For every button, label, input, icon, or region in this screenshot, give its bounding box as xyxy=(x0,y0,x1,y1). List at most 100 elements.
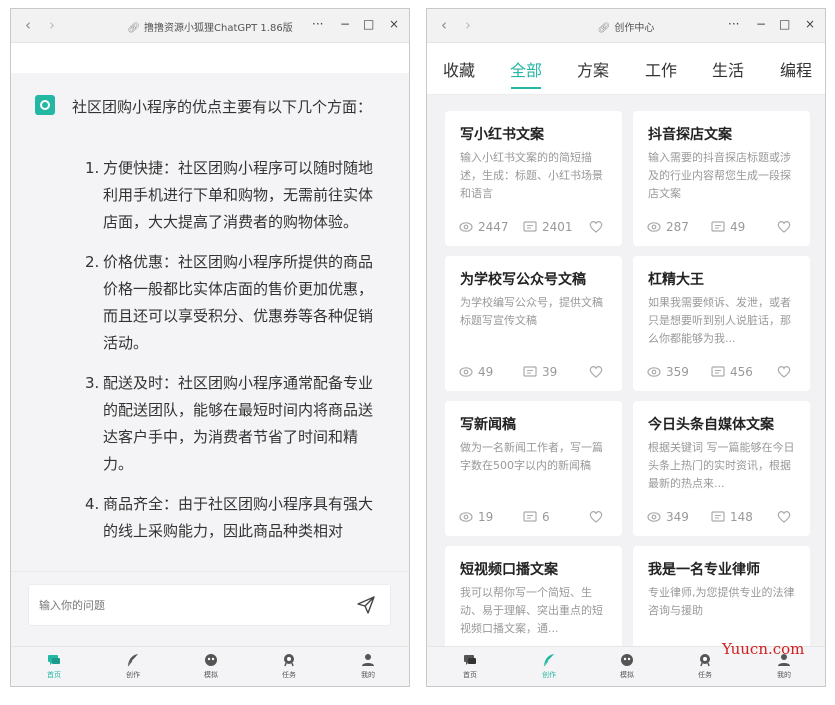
comment-count-text: 2401 xyxy=(542,220,573,234)
chat-bubble-icon xyxy=(48,655,60,665)
nav-item-simulate[interactable]: 模拟 xyxy=(191,653,231,680)
send-icon[interactable] xyxy=(356,595,376,615)
nav-label: 模拟 xyxy=(204,671,218,679)
active-tab-indicator xyxy=(511,87,541,89)
tab-plan[interactable]: 方案 xyxy=(577,57,609,81)
nav-item-task[interactable]: 任务 xyxy=(685,653,725,680)
tab-favorites[interactable]: 收藏 xyxy=(443,57,475,81)
list-number: 1. xyxy=(85,159,100,177)
eye-icon xyxy=(459,367,473,377)
chat-point-list: 1. 方便快捷：社区团购小程序可以随时随地利用手机进行下单和购物，无需前往实体店面… xyxy=(85,155,385,558)
card-title: 写新闻稿 xyxy=(460,417,516,433)
template-card[interactable]: 我是一名专业律师专业律师,为您提供专业的法律咨询与援助 xyxy=(633,546,810,648)
list-item: 1. 方便快捷：社区团购小程序可以随时随地利用手机进行下单和购物，无需前往实体店面… xyxy=(85,155,385,236)
template-card[interactable]: 写小红书文案 输入小红书文案的的简短描述，生成：标题、小红书场景和语言 2447 24… xyxy=(445,111,622,246)
composer-box xyxy=(28,584,391,626)
chat-message-area[interactable]: 社区团购小程序的优点主要有以下几个方面： 1. 方便快捷：社区团购小程序可以随时随… xyxy=(11,73,409,571)
tab-programming[interactable]: 编程 xyxy=(780,57,812,81)
view-count-text: 349 xyxy=(666,510,689,524)
nav-item-home[interactable]: 首页 xyxy=(450,653,490,680)
nav-label: 创作 xyxy=(542,671,556,679)
task-icon xyxy=(284,654,294,667)
template-card[interactable]: 短视频口播文案我可以帮你写一个简短、生动、易于理解、突出重点的短视频口播文案，通… xyxy=(445,546,622,648)
chat-header-band xyxy=(11,43,409,73)
card-description: 我可以帮你写一个简短、生动、易于理解、突出重点的短视频口播文案，通... xyxy=(460,586,603,635)
bottom-nav: 首页 创作 模拟 任务 我的 xyxy=(11,646,409,686)
nav-label: 任务 xyxy=(698,671,712,679)
tab-all[interactable]: 全部 xyxy=(510,57,542,81)
nav-item-create[interactable]: 创作 xyxy=(529,653,569,680)
card-title: 短视频口播文案 xyxy=(460,562,558,578)
watermark-text: Yuucn.com xyxy=(722,640,805,658)
chat-window: ‹ › 🔗︎ 撸撸资源小狐狸ChatGPT 1.86版 ··· − □ × 社区团… xyxy=(10,8,410,687)
user-icon xyxy=(362,654,374,666)
template-card[interactable]: 杠精大王 如果我需要倾诉、发泄，或者只是想要听到别人说脏话，那么你都能够为我...… xyxy=(633,256,810,391)
comment-icon xyxy=(523,366,537,377)
card-title: 今日头条自媒体文案 xyxy=(648,417,774,433)
nav-item-home[interactable]: 首页 xyxy=(34,653,74,680)
comment-icon xyxy=(711,366,725,377)
eye-icon xyxy=(647,222,661,232)
question-input[interactable] xyxy=(39,585,339,625)
template-card[interactable]: 为学校写公众号文稿 为学校编写公众号，提供文稿标题写宣传文稿 49 39 xyxy=(445,256,622,391)
minimize-button[interactable]: − xyxy=(340,17,350,31)
close-button[interactable]: × xyxy=(389,17,399,31)
card-stats: 359 456 xyxy=(647,365,799,379)
template-card[interactable]: 写新闻稿 做为一名新闻工作者，写一篇字数在500字以内的新闻稿 19 6 xyxy=(445,401,622,536)
card-description: 如果我需要倾诉、发泄，或者只是想要听到别人说脏话，那么你都能够为我... xyxy=(648,296,791,345)
eye-icon xyxy=(459,222,473,232)
view-count-text: 359 xyxy=(666,365,689,379)
category-tabs: 收藏 全部 方案 工作 生活 编程 xyxy=(427,43,825,95)
close-button[interactable]: × xyxy=(805,17,815,31)
tab-work[interactable]: 工作 xyxy=(645,57,677,81)
list-number: 3. xyxy=(85,374,100,392)
list-text: 配送及时：社区团购小程序通常配备专业的配送团队，能够在最短时间内将商品送达客户手… xyxy=(103,374,374,473)
nav-item-task[interactable]: 任务 xyxy=(269,653,309,680)
card-description: 专业律师,为您提供专业的法律咨询与援助 xyxy=(648,586,795,617)
nav-item-mine[interactable]: 我的 xyxy=(348,653,388,680)
list-text: 价格优惠：社区团购小程序所提供的商品价格一般都比实体店面的售价更加优惠，而且还可… xyxy=(103,253,374,352)
nav-label: 我的 xyxy=(361,671,375,679)
nav-label: 首页 xyxy=(463,671,477,679)
template-card[interactable]: 抖音探店文案输入需要的抖音探店标题或涉及的行业内容帮您生成一段探店文案 287 49 xyxy=(633,111,810,246)
task-icon xyxy=(700,654,710,667)
eye-icon xyxy=(459,512,473,522)
comment-count-text: 49 xyxy=(730,220,746,234)
chat-intro-text: 社区团购小程序的优点主要有以下几个方面： xyxy=(72,98,373,116)
card-description: 输入需要的抖音探店标题或涉及的行业内容帮您生成一段探店文案 xyxy=(648,151,791,200)
comment-count-text: 456 xyxy=(730,365,753,379)
tab-life[interactable]: 生活 xyxy=(712,57,744,81)
card-title: 我是一名专业律师 xyxy=(648,562,760,578)
comment-count-text: 39 xyxy=(542,365,558,379)
card-title: 为学校写公众号文稿 xyxy=(460,272,586,288)
title-bar: ‹ › 🔗︎ 撸撸资源小狐狸ChatGPT 1.86版 ··· − □ × xyxy=(11,9,409,43)
comment-icon xyxy=(523,221,537,232)
heart-icon[interactable] xyxy=(589,365,603,378)
comment-icon xyxy=(711,221,725,232)
heart-icon[interactable] xyxy=(589,510,603,523)
minimize-button[interactable]: − xyxy=(756,17,766,31)
comment-icon xyxy=(523,511,537,522)
more-icon[interactable]: ··· xyxy=(312,17,323,31)
nav-item-simulate[interactable]: 模拟 xyxy=(607,653,647,680)
maximize-button[interactable]: □ xyxy=(363,17,374,31)
heart-icon[interactable] xyxy=(777,510,791,523)
comment-count-text: 6 xyxy=(542,510,550,524)
view-count-text: 2447 xyxy=(478,220,509,234)
more-icon[interactable]: ··· xyxy=(728,17,739,31)
nav-item-create[interactable]: 创作 xyxy=(113,653,153,680)
heart-icon[interactable] xyxy=(589,220,603,233)
eye-icon xyxy=(647,512,661,522)
maximize-button[interactable]: □ xyxy=(779,17,790,31)
view-count-text: 287 xyxy=(666,220,689,234)
nav-label: 我的 xyxy=(777,671,791,679)
template-card-grid[interactable]: 写小红书文案 输入小红书文案的的简短描述，生成：标题、小红书场景和语言 2447 24… xyxy=(427,95,825,648)
feather-icon xyxy=(543,654,554,667)
card-title: 抖音探店文案 xyxy=(648,127,732,143)
heart-icon[interactable] xyxy=(777,220,791,233)
nav-label: 首页 xyxy=(47,671,61,679)
list-number: 2. xyxy=(85,253,100,271)
window-title-text: 撸撸资源小狐狸ChatGPT 1.86版 xyxy=(144,23,293,34)
template-card[interactable]: 今日头条自媒体文案 根据关键词 写一篇能够在今日头条上热门的实时资讯，根据最新的热… xyxy=(633,401,810,536)
heart-icon[interactable] xyxy=(777,365,791,378)
